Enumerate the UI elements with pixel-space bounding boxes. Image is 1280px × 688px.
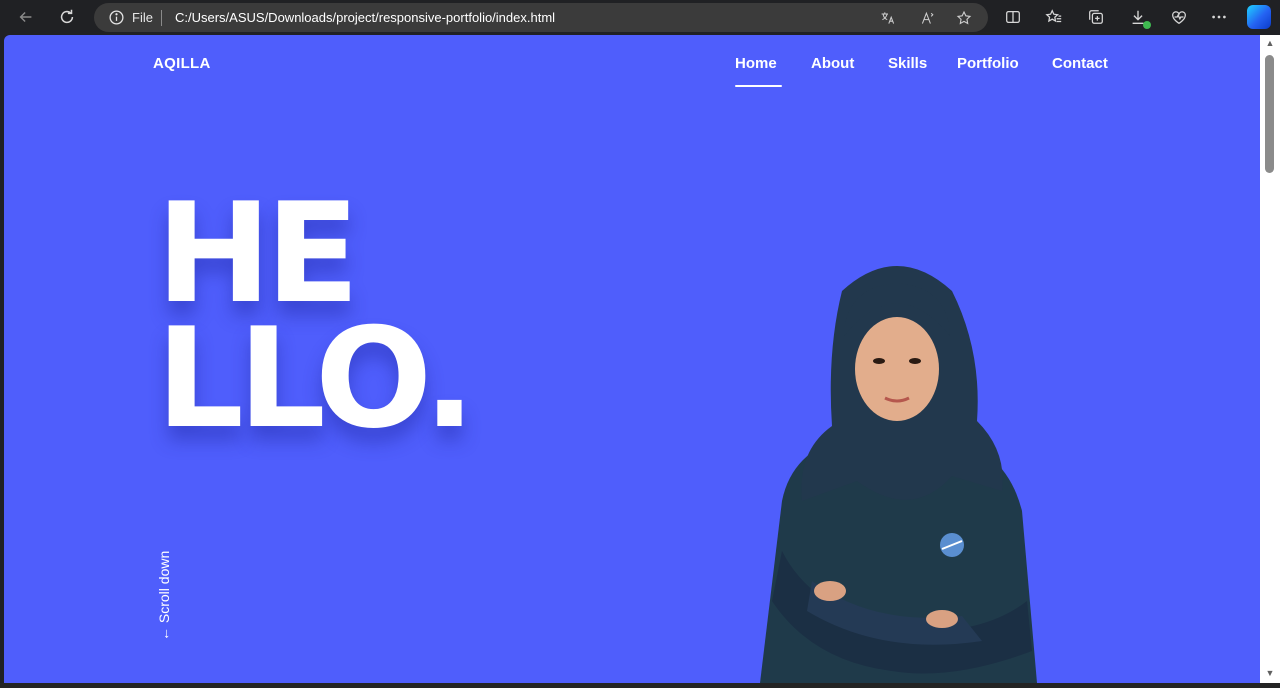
back-arrow-icon[interactable]	[15, 6, 37, 28]
active-nav-indicator	[735, 85, 782, 87]
url-text[interactable]: C:/Users/ASUS/Downloads/project/responsi…	[175, 10, 555, 25]
nav-home[interactable]: Home	[735, 55, 777, 72]
scroll-down-arrow-icon[interactable]: ▼	[1265, 669, 1275, 678]
browser-essentials-icon[interactable]	[1168, 6, 1190, 28]
address-divider	[161, 10, 162, 26]
translate-icon[interactable]	[879, 9, 897, 27]
info-icon[interactable]	[108, 9, 125, 26]
more-menu-icon[interactable]	[1208, 6, 1230, 28]
scrollbar-thumb[interactable]	[1265, 55, 1274, 173]
scroll-up-arrow-icon[interactable]: ▲	[1265, 39, 1275, 48]
copilot-icon[interactable]	[1247, 5, 1271, 29]
page-scrollbar[interactable]: ▲ ▼	[1260, 35, 1280, 683]
site-logo[interactable]: AQILLA	[153, 55, 211, 72]
favorites-icon[interactable]	[1043, 6, 1065, 28]
scroll-down-label: Scroll down	[156, 550, 172, 624]
download-complete-badge	[1143, 21, 1151, 29]
nav-contact[interactable]: Contact	[1052, 55, 1108, 72]
collections-icon[interactable]	[1085, 6, 1107, 28]
favorite-star-icon[interactable]	[955, 9, 973, 27]
profile-photo	[760, 266, 1037, 683]
scroll-down-link[interactable]: ← Scroll down	[156, 551, 172, 641]
arrow-down-icon: ←	[156, 623, 172, 641]
address-bar[interactable]: File C:/Users/ASUS/Downloads/project/res…	[94, 3, 988, 32]
page-viewport: AQILLA Home About Skills Portfolio Conta…	[4, 35, 1260, 683]
split-screen-icon[interactable]	[1002, 6, 1024, 28]
refresh-icon[interactable]	[56, 6, 78, 28]
browser-toolbar: File C:/Users/ASUS/Downloads/project/res…	[0, 0, 1280, 35]
url-scheme-label: File	[132, 10, 153, 25]
downloads-icon[interactable]	[1127, 6, 1151, 29]
nav-portfolio[interactable]: Portfolio	[957, 55, 1019, 72]
hero-title-line-2: LLO.	[156, 298, 476, 459]
read-aloud-icon[interactable]	[919, 9, 937, 27]
taskbar-edge	[0, 683, 1280, 688]
nav-skills[interactable]: Skills	[888, 55, 927, 72]
nav-about[interactable]: About	[811, 55, 854, 72]
